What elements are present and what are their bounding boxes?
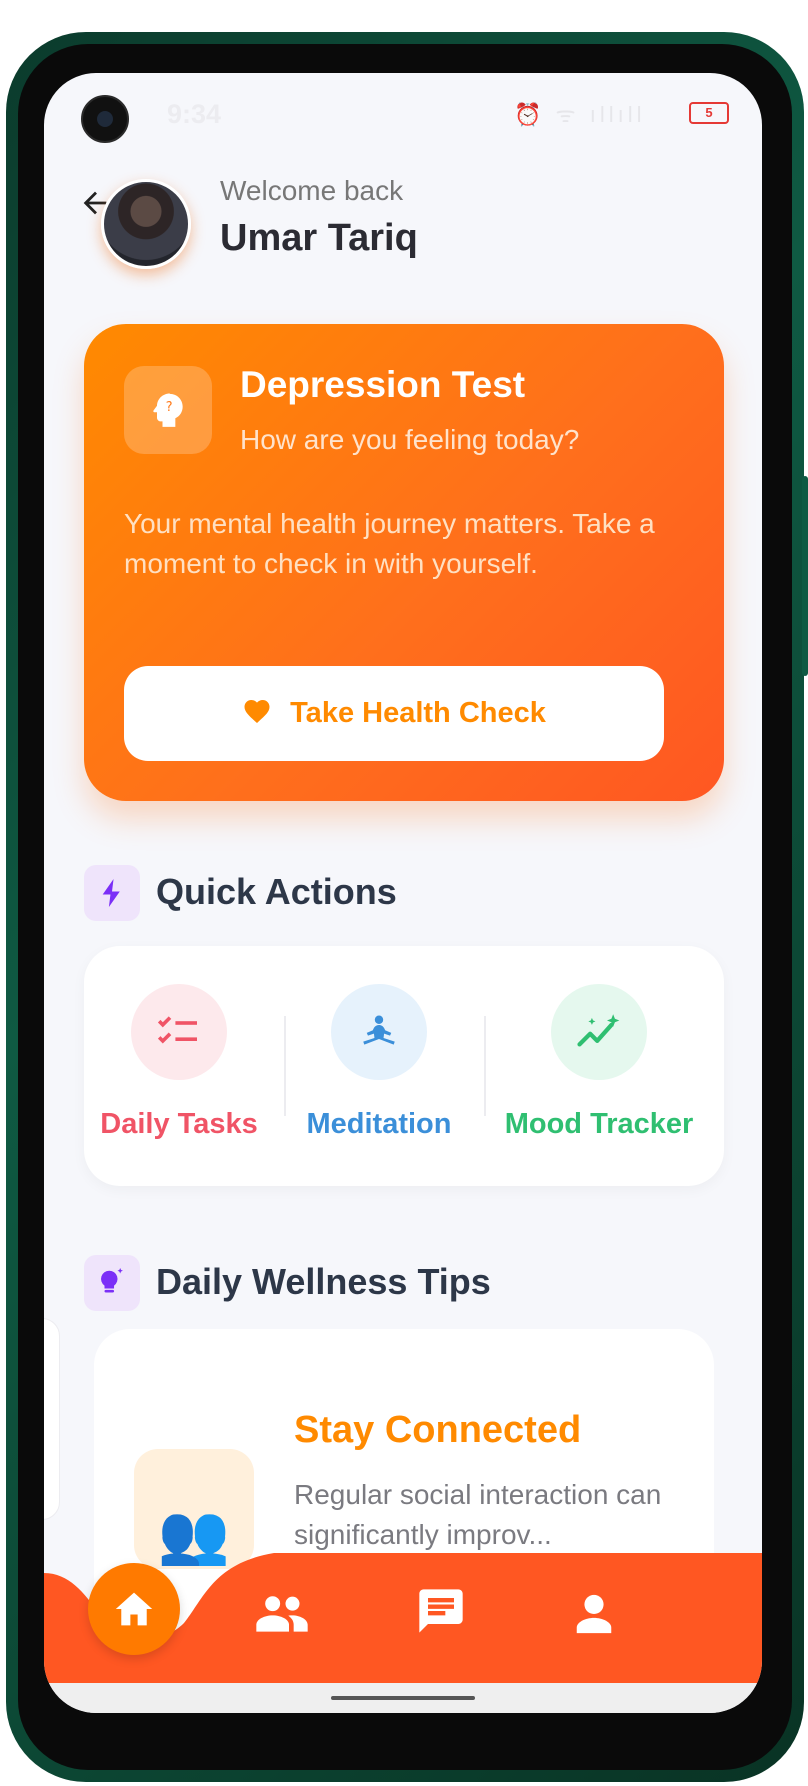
side-button (802, 476, 808, 676)
divider (484, 1016, 486, 1116)
quick-actions-title: Quick Actions (156, 871, 397, 912)
take-health-check-button[interactable]: Take Health Check (124, 666, 664, 761)
heart-icon (242, 696, 272, 732)
hero-subtitle: How are you feeling today? (240, 424, 580, 455)
battery-icon: 5 (689, 102, 729, 124)
screen: 9:34 ⏰ ᯤ ıllıll 5 Welcome back Umar Tari… (44, 73, 762, 1713)
tip-text: Regular social interaction can significa… (294, 1479, 662, 1550)
meditation-label: Meditation (306, 1108, 452, 1140)
status-icons: ⏰ ᯤ ıllıll (514, 102, 646, 127)
svg-text:?: ? (166, 400, 173, 415)
nav-profile-button[interactable] (571, 1591, 617, 1642)
tip-title: Stay Connected (294, 1409, 582, 1451)
username: Umar Tariq (220, 217, 418, 259)
wellness-tips-title: Daily Wellness Tips (156, 1261, 491, 1302)
meditation-icon-circle (331, 984, 427, 1080)
nav-community-button[interactable] (254, 1593, 310, 1638)
profile-icon (576, 1594, 612, 1634)
home-icon (115, 1592, 153, 1626)
community-icon (256, 1596, 308, 1632)
mood-tracker-icon-circle (551, 984, 647, 1080)
lightning-icon (84, 865, 140, 921)
meditation-icon (363, 1015, 395, 1045)
front-camera (81, 95, 129, 143)
mood-tracker-label: Mood Tracker (504, 1108, 694, 1140)
lightbulb-sparkle-icon (84, 1255, 140, 1311)
daily-tasks-action[interactable]: Daily Tasks (74, 984, 284, 1141)
status-bar: 9:34 ⏰ ᯤ ıllıll 5 (44, 73, 762, 153)
gesture-handle[interactable] (331, 1696, 475, 1700)
mood-tracker-action[interactable]: Mood Tracker (494, 984, 704, 1141)
depression-test-card: ? Depression Test How are you feeling to… (84, 324, 724, 801)
checklist-icon (157, 1016, 197, 1044)
chat-icon (419, 1589, 463, 1633)
mental-health-head-icon: ? (124, 366, 212, 454)
welcome-text: Welcome back (220, 175, 404, 206)
trend-sparkle-icon (577, 1014, 620, 1047)
hero-description: Your mental health journey matters. Take… (124, 508, 655, 579)
hero-title: Depression Test (240, 364, 526, 405)
daily-tasks-icon-circle (131, 984, 227, 1080)
status-time: 9:34 (167, 99, 222, 129)
previous-tip-card[interactable] (44, 1318, 60, 1520)
quick-actions-card: Daily Tasks Meditation Mood Tracker (84, 946, 724, 1186)
nav-chat-button[interactable] (414, 1585, 468, 1642)
avatar[interactable] (101, 179, 191, 269)
nav-home-button[interactable] (88, 1563, 180, 1655)
people-icon: 👥 (134, 1449, 254, 1569)
meditation-action[interactable]: Meditation (274, 984, 484, 1141)
daily-tasks-label: Daily Tasks (100, 1108, 258, 1140)
take-health-check-label: Take Health Check (290, 697, 546, 729)
